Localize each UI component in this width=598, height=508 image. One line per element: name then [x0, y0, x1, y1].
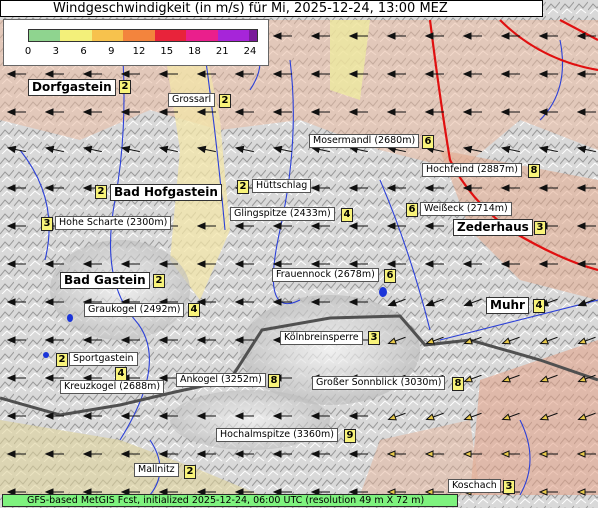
legend-tick-label: 18 [188, 46, 201, 57]
legend-tick-label: 15 [160, 46, 174, 57]
wind-value: 4 [115, 367, 127, 381]
legend-segment [29, 30, 61, 41]
legend-segment [123, 30, 155, 41]
legend-tick-label: 6 [80, 46, 87, 57]
wind-value: 6 [422, 135, 434, 149]
legend-tick-label: 9 [108, 46, 115, 57]
wind-value: 6 [384, 269, 396, 283]
place-label: Koschach [448, 479, 501, 493]
peak-label: Hochfeind (2887m) [422, 163, 522, 177]
legend-segment [249, 30, 257, 41]
wind-value: 2 [237, 180, 249, 194]
wind-value: 9 [344, 429, 356, 443]
peak-label: Kreuzkogel (2688m) [60, 380, 165, 394]
wind-value: 8 [528, 164, 540, 178]
wind-value: 6 [406, 203, 418, 217]
place-label: Hüttschlag [252, 179, 312, 193]
wind-value: 2 [95, 185, 107, 199]
wind-value: 2 [119, 80, 131, 94]
place-label: Mallnitz [134, 463, 179, 477]
color-legend: 0 3 6 9 12 15 18 21 24 [3, 19, 269, 66]
place-label: Sportgastein [69, 352, 138, 366]
legend-color-bar [28, 29, 258, 42]
wind-value: 3 [41, 217, 53, 231]
place-label: Kölnbreinsperre [280, 331, 363, 345]
peak-label: Weißeck (2714m) [420, 202, 512, 216]
peak-label: Graukogel (2492m) [84, 303, 185, 317]
legend-tick-label: 24 [243, 46, 257, 57]
town-label: Bad Hofgastein [110, 184, 222, 201]
wind-value: 8 [268, 374, 280, 388]
wind-value: 2 [153, 274, 165, 288]
peak-label: Großer Sonnblick (3030m) [312, 376, 446, 390]
legend-segment [186, 30, 218, 41]
map-title: Windgeschwindigkeit (in m/s) für Mi, 202… [0, 0, 543, 17]
wind-value: 4 [533, 299, 545, 313]
wind-value: 3 [368, 331, 380, 345]
wind-value: 2 [56, 353, 68, 367]
legend-tick-label: 3 [52, 46, 59, 57]
wind-value: 4 [188, 303, 200, 317]
peak-label: Hohe Scharte (2300m) [55, 216, 172, 230]
legend-tick-label: 0 [24, 46, 32, 57]
legend-tick-label: 21 [215, 46, 229, 57]
legend-segment [154, 30, 187, 41]
legend-segment [60, 30, 92, 41]
peak-label: Mosermandl (2680m) [309, 134, 420, 148]
peak-label: Glingspitze (2433m) [230, 207, 335, 221]
town-label: Dorfgastein [28, 79, 116, 96]
wind-value: 4 [341, 208, 353, 222]
town-label: Muhr [486, 297, 529, 314]
legend-segment [217, 30, 250, 41]
peak-label: Frauennock (2678m) [272, 268, 379, 282]
peak-label: Ankogel (3252m) [176, 373, 266, 387]
legend-segment [91, 30, 124, 41]
peak-label: Hochalmspitze (3360m) [216, 428, 338, 442]
town-label: Bad Gastein [60, 272, 150, 289]
wind-value: 2 [219, 94, 231, 108]
town-label: Zederhaus [453, 219, 533, 236]
legend-tick-label: 12 [132, 46, 146, 57]
wind-value: 3 [534, 221, 546, 235]
forecast-footer: GFS-based MetGIS Fcst, initialized 2025-… [2, 494, 458, 507]
place-label: Grossarl [168, 93, 216, 107]
wind-value: 8 [452, 377, 464, 391]
wind-value: 3 [503, 480, 515, 494]
wind-value: 2 [184, 465, 196, 479]
